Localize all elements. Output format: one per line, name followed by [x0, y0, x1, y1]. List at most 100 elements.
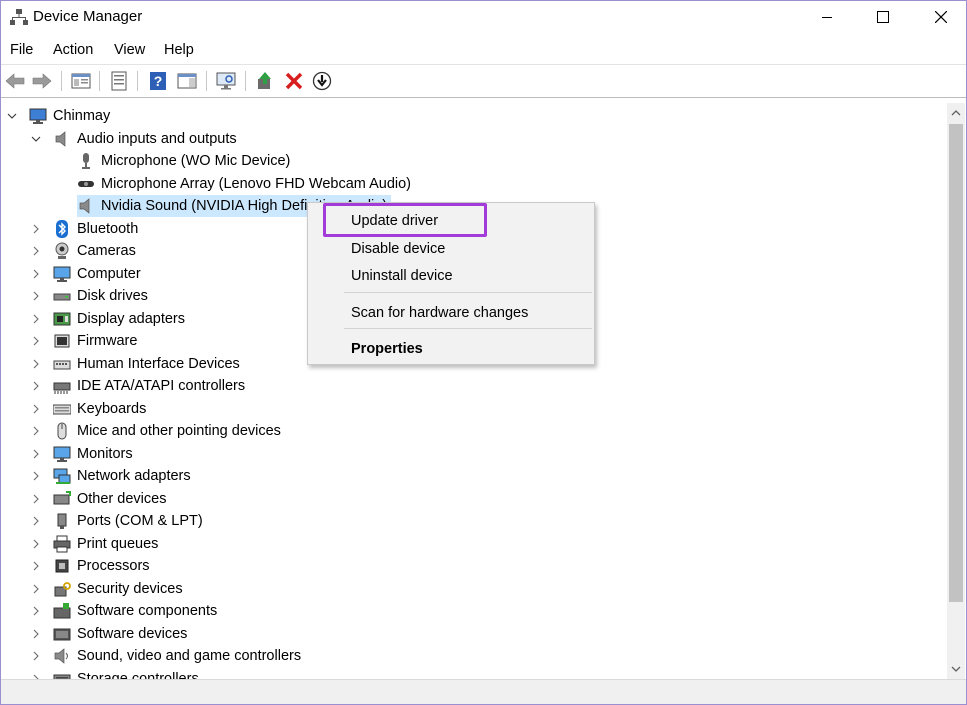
tree-category-item[interactable]: Human Interface Devices: [33, 353, 240, 375]
menu-action[interactable]: Action: [53, 42, 93, 58]
firmware-icon: [53, 332, 71, 350]
tree-category-item[interactable]: Bluetooth: [33, 218, 138, 240]
properties-button[interactable]: [108, 70, 130, 92]
expand-toggle[interactable]: [30, 493, 42, 505]
collapse-toggle[interactable]: [30, 133, 42, 145]
speaker-icon: [53, 130, 71, 148]
expand-toggle[interactable]: [30, 515, 42, 527]
context-uninstall-device[interactable]: Uninstall device: [351, 268, 453, 284]
expand-toggle[interactable]: [30, 335, 42, 347]
expand-toggle[interactable]: [30, 560, 42, 572]
tree-device-item[interactable]: Microphone Array (Lenovo FHD Webcam Audi…: [77, 173, 411, 195]
update-driver-button[interactable]: [254, 70, 276, 92]
menu-bar: File Action View Help: [1, 39, 966, 63]
chevron-right-icon: [33, 381, 39, 391]
minimize-button[interactable]: [804, 1, 850, 33]
tree-category-item[interactable]: Firmware: [33, 330, 137, 352]
expand-toggle[interactable]: [30, 583, 42, 595]
tree-item-label: IDE ATA/ATAPI controllers: [77, 378, 246, 394]
expand-toggle[interactable]: [30, 650, 42, 662]
tree-category-item[interactable]: Cameras: [33, 240, 136, 262]
expand-toggle[interactable]: [30, 223, 42, 235]
help-button[interactable]: ?: [147, 70, 169, 92]
tree-category-item[interactable]: Monitors: [33, 443, 133, 465]
tree-category-item[interactable]: Security devices: [33, 578, 183, 600]
expand-toggle[interactable]: [30, 448, 42, 460]
tree-category-audio[interactable]: Audio inputs and outputs: [31, 128, 237, 150]
tree-root-computer[interactable]: Chinmay: [7, 105, 110, 127]
update-driver-icon: [258, 72, 271, 89]
context-disable-device[interactable]: Disable device: [351, 241, 445, 257]
expand-toggle[interactable]: [30, 470, 42, 482]
scroll-up-icon[interactable]: [951, 109, 961, 117]
expand-toggle[interactable]: [30, 403, 42, 415]
menu-view[interactable]: View: [114, 42, 145, 58]
expand-toggle[interactable]: [30, 245, 42, 257]
monitor-icon: [53, 445, 71, 463]
context-properties[interactable]: Properties: [351, 341, 423, 357]
tree-item-label: Sound, video and game controllers: [77, 648, 302, 664]
speaker-icon: [77, 197, 95, 215]
tree-category-item[interactable]: Disk drives: [33, 285, 148, 307]
download-button[interactable]: [311, 70, 333, 92]
tree-category-item[interactable]: Processors: [33, 555, 150, 577]
scroll-down-icon[interactable]: [951, 665, 961, 673]
expand-toggle[interactable]: [30, 380, 42, 392]
maximize-button[interactable]: [860, 1, 906, 33]
webcam-icon: [77, 175, 95, 193]
keyboard-icon: [53, 400, 71, 418]
tree-category-item[interactable]: IDE ATA/ATAPI controllers: [33, 375, 246, 397]
tree-category-item[interactable]: Display adapters: [33, 308, 185, 330]
action-pane-button[interactable]: [176, 70, 198, 92]
bluetooth-icon: [53, 219, 71, 238]
tree-category-item[interactable]: Software devices: [33, 623, 187, 645]
chevron-right-icon: [33, 561, 39, 571]
tree-category-item[interactable]: Keyboards: [33, 398, 146, 420]
tree-category-item[interactable]: Computer: [33, 263, 141, 285]
printer-icon: [53, 535, 71, 553]
expand-toggle[interactable]: [30, 290, 42, 302]
tree-item-label: Monitors: [77, 445, 133, 462]
context-separator: [344, 292, 592, 293]
forward-button[interactable]: [31, 70, 53, 92]
menu-file[interactable]: File: [10, 42, 33, 58]
context-scan-hardware[interactable]: Scan for hardware changes: [351, 305, 528, 321]
tree-category-item[interactable]: Other devices: [33, 488, 166, 510]
tree-item-label: Software components: [77, 603, 218, 619]
tree-device-item[interactable]: Microphone (WO Mic Device): [77, 150, 290, 172]
tree-category-item[interactable]: Storage controllers: [33, 668, 199, 679]
menu-help[interactable]: Help: [164, 42, 194, 58]
expand-toggle[interactable]: [30, 358, 42, 370]
chevron-right-icon: [33, 471, 39, 481]
tree-item-label: Computer: [77, 265, 141, 282]
expand-toggle[interactable]: [30, 313, 42, 325]
expand-toggle[interactable]: [30, 538, 42, 550]
minimize-icon: [822, 17, 832, 18]
close-icon: [935, 11, 947, 23]
expand-toggle[interactable]: [30, 605, 42, 617]
uninstall-button[interactable]: [283, 70, 305, 92]
tree-category-item[interactable]: Ports (COM & LPT): [33, 510, 203, 532]
tree-category-item[interactable]: Sound, video and game controllers: [33, 645, 302, 667]
chevron-right-icon: [33, 449, 39, 458]
tree-category-item[interactable]: Software components: [33, 600, 218, 622]
back-button[interactable]: [4, 70, 26, 92]
chevron-right-icon: [33, 539, 39, 548]
collapse-toggle[interactable]: [6, 110, 18, 122]
chevron-right-icon: [33, 584, 39, 593]
scan-hardware-button[interactable]: [215, 70, 237, 92]
svg-text:?: ?: [154, 73, 163, 89]
chevron-right-icon: [33, 269, 39, 278]
help-icon: ?: [150, 72, 166, 90]
expand-toggle[interactable]: [30, 425, 42, 437]
tree-item-label: Human Interface Devices: [77, 355, 240, 372]
close-button[interactable]: [918, 1, 964, 33]
scrollbar-thumb[interactable]: [949, 124, 963, 602]
tree-category-item[interactable]: Print queues: [33, 533, 158, 555]
tree-category-item[interactable]: Network adapters: [33, 465, 191, 487]
expand-toggle[interactable]: [30, 628, 42, 640]
chevron-right-icon: [33, 651, 39, 661]
show-hide-console-tree-button[interactable]: [70, 70, 92, 92]
tree-category-item[interactable]: Mice and other pointing devices: [33, 420, 281, 442]
expand-toggle[interactable]: [30, 268, 42, 280]
